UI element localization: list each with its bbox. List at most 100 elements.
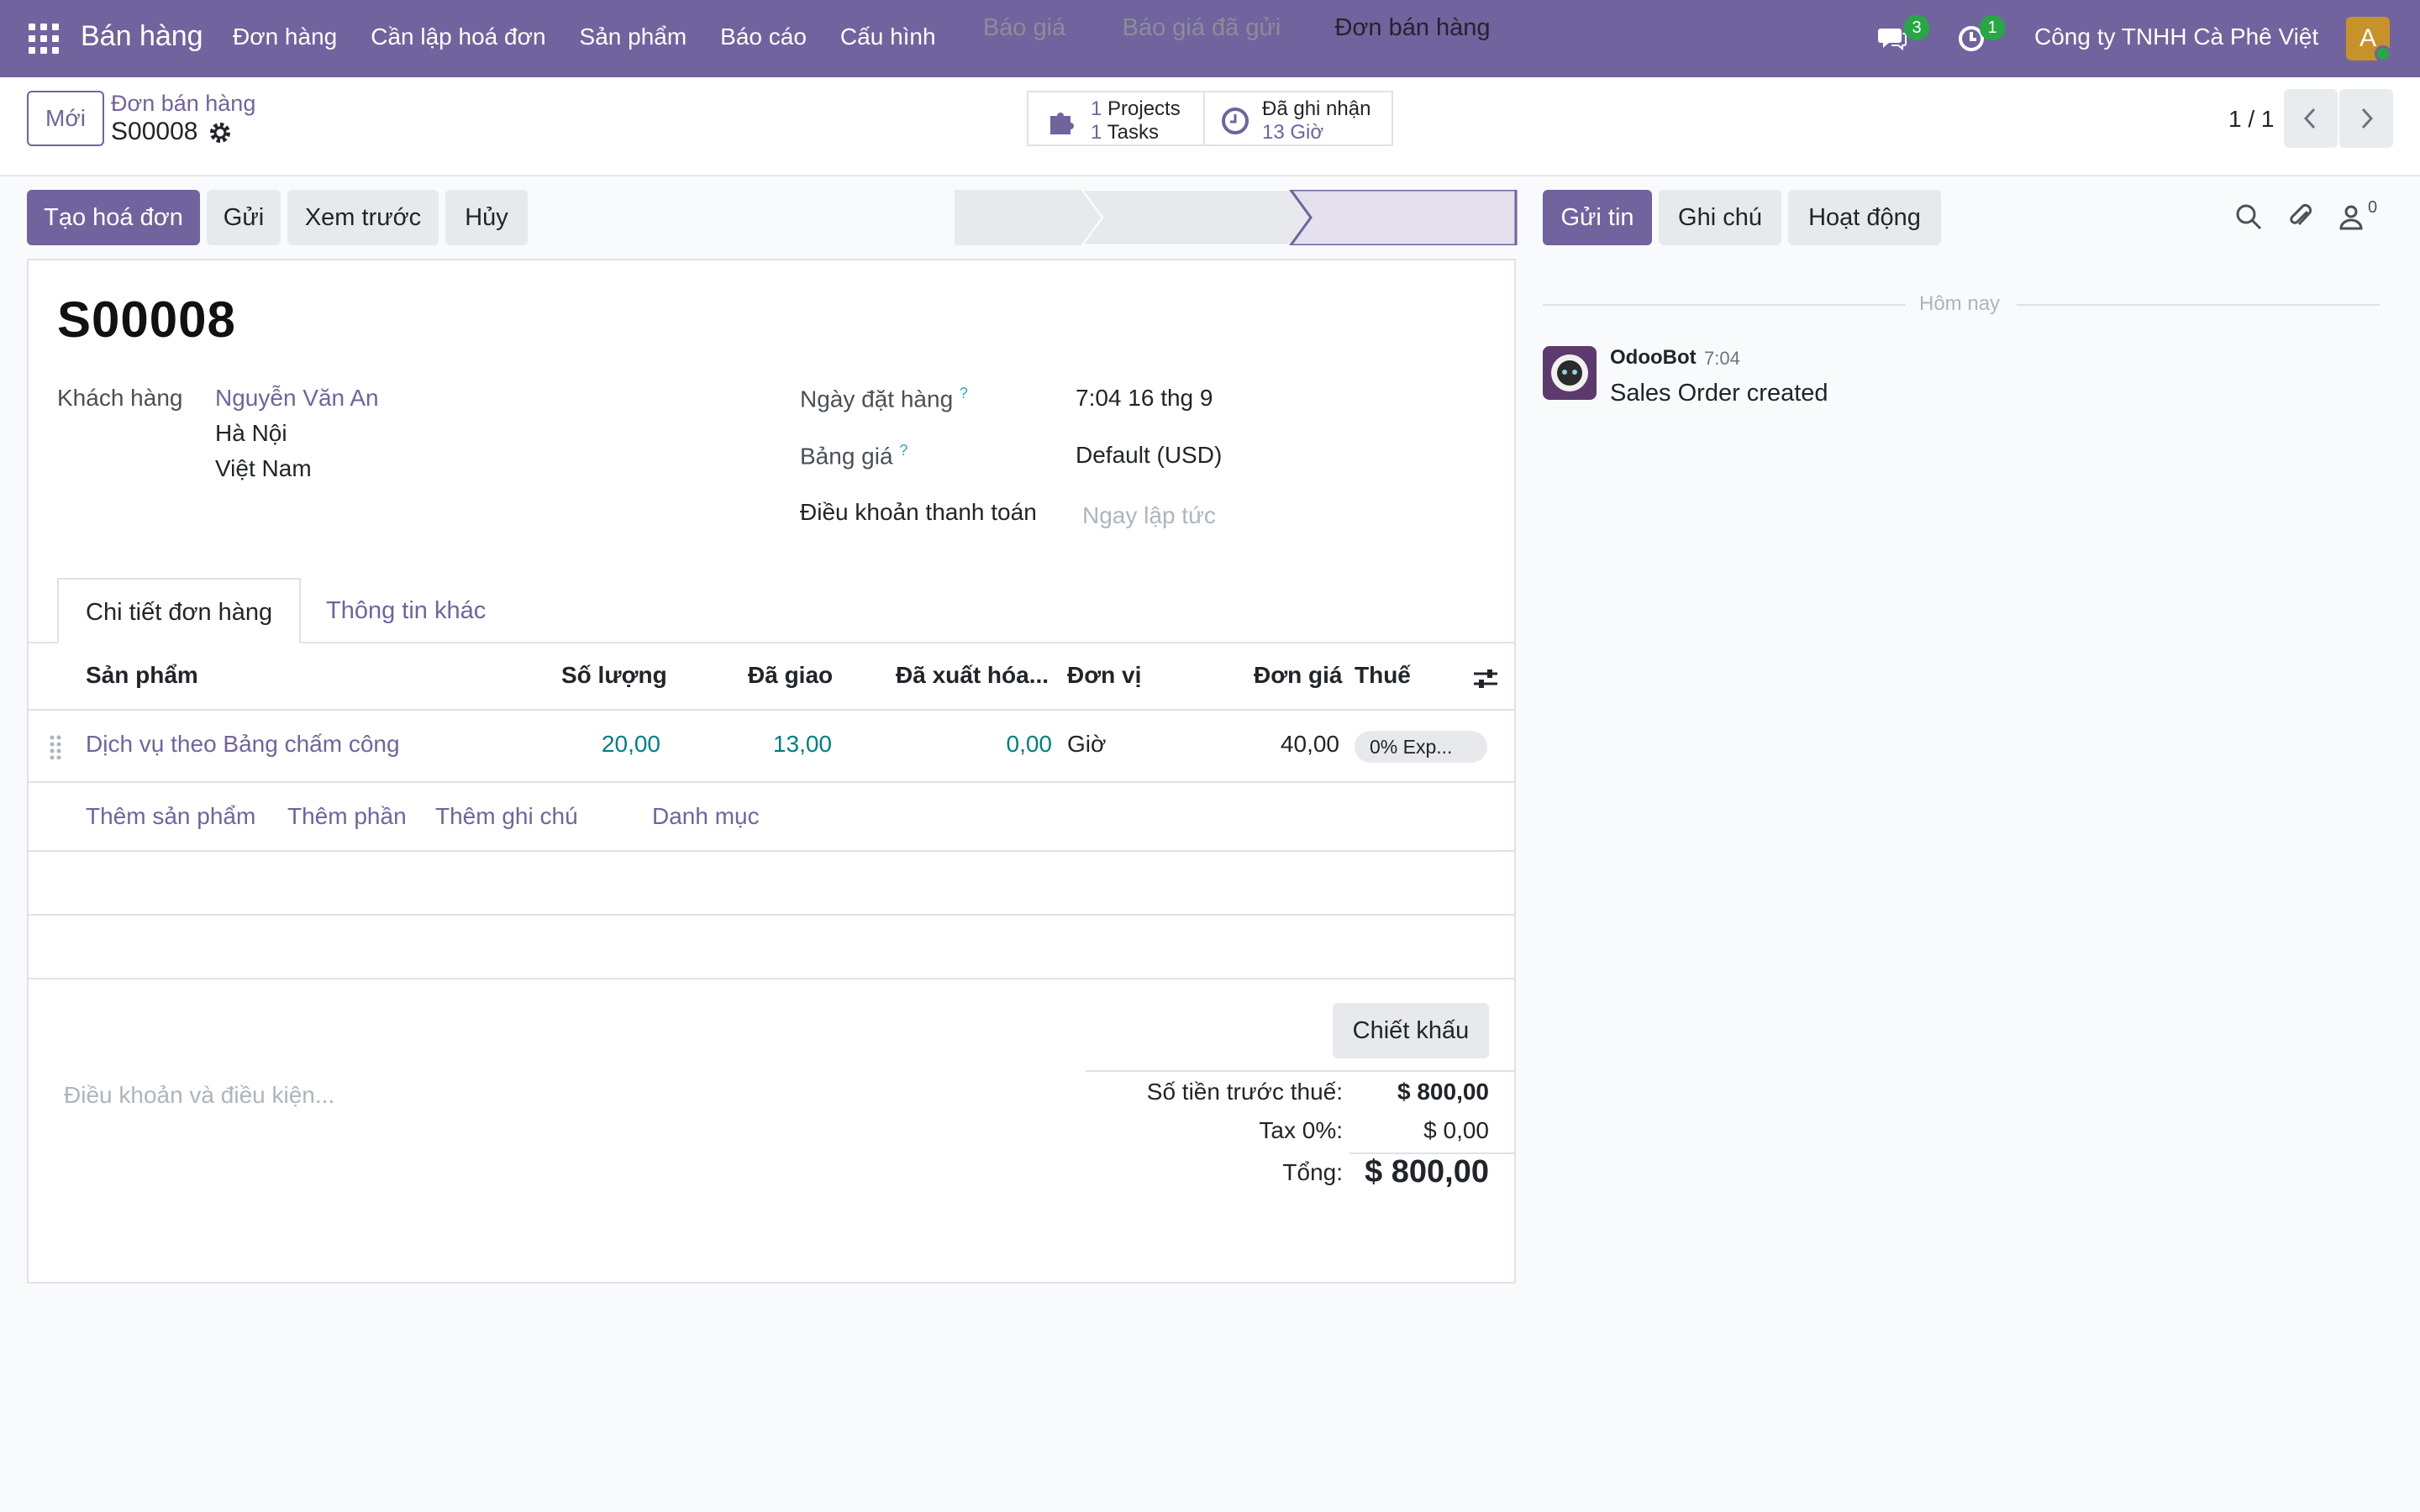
activities-button[interactable]: Hoạt động	[1788, 190, 1941, 245]
breadcrumb-parent[interactable]: Đơn bán hàng	[111, 91, 255, 117]
column-delivered[interactable]: Đã giao	[748, 662, 833, 689]
order-date-help-icon[interactable]: ?	[960, 385, 968, 402]
menu-item-to-invoice[interactable]: Cần lập hoá đơn	[371, 24, 545, 50]
order-date-label: Ngày đặt hàng	[800, 386, 954, 412]
line-unit-price[interactable]: 40,00	[29, 731, 1339, 758]
control-panel: Mới Đơn bán hàng S00008 1 Projects 1 Tas…	[0, 77, 2420, 176]
terms-conditions-field[interactable]: Điều khoản và điều kiện...	[64, 1082, 334, 1109]
projects-count: 1	[1091, 97, 1102, 120]
pager-next-button[interactable]	[2339, 89, 2393, 148]
log-note-button[interactable]: Ghi chú	[1659, 190, 1781, 245]
tab-order-lines[interactable]: Chi tiết đơn hàng	[57, 578, 302, 643]
puzzle-icon	[1050, 113, 1074, 134]
search-icon[interactable]	[2233, 202, 2264, 232]
chevron-left-icon	[2303, 108, 2316, 129]
column-unit-price[interactable]: Đơn giá	[1254, 662, 1342, 689]
catalog-link[interactable]: Danh mục	[652, 803, 760, 830]
customer-country: Việt Nam	[215, 455, 312, 481]
stage-sales-order[interactable]: Đơn bán hàng	[1307, 0, 1518, 55]
followers-count: 0	[2368, 198, 2378, 217]
add-note-link[interactable]: Thêm ghi chú	[435, 803, 578, 830]
customer-label: Khách hàng	[57, 385, 183, 411]
stage-quotation-shape[interactable]	[955, 190, 1102, 245]
activities-count-badge: 1	[1980, 15, 2005, 40]
create-invoice-button[interactable]: Tạo hoá đơn	[27, 190, 200, 245]
payment-terms-field[interactable]: Ngay lập tức	[1082, 502, 1216, 529]
robot-icon	[1551, 354, 1588, 391]
smart-button-projects[interactable]: 1 Projects 1 Tasks	[1027, 91, 1205, 146]
tab-other-info[interactable]: Thông tin khác	[299, 578, 513, 643]
tasks-label: Tasks	[1107, 121, 1159, 144]
recorded-value: 13 Giờ	[1262, 121, 1324, 144]
odoobot-avatar	[1543, 346, 1597, 400]
send-message-button[interactable]: Gửi tin	[1543, 190, 1652, 245]
pricelist-field[interactable]: Default (USD)	[1076, 442, 1222, 469]
add-section-link[interactable]: Thêm phần	[287, 803, 407, 830]
message-body: Sales Order created	[1610, 380, 1828, 407]
stage-quotation[interactable]: Báo giá	[955, 0, 1094, 55]
company-switcher[interactable]: Công ty TNHH Cà Phê Việt	[2034, 24, 2318, 50]
table-row[interactable]: Dịch vụ theo Bảng chấm công 20,00 13,00 …	[29, 712, 1514, 783]
menu-item-orders[interactable]: Đơn hàng	[233, 24, 337, 50]
column-invoiced[interactable]: Đã xuất hóa...	[896, 662, 1049, 689]
column-uom[interactable]: Đơn vị	[1067, 662, 1141, 689]
new-button[interactable]: Mới	[27, 91, 104, 146]
cancel-button[interactable]: Hủy	[445, 190, 528, 245]
messages-icon[interactable]	[1877, 24, 1907, 54]
customer-city: Hà Nội	[215, 420, 287, 446]
app-name[interactable]: Bán hàng	[81, 20, 203, 53]
stage-sales-order-shape[interactable]	[1289, 190, 1518, 245]
stage-quotation-sent[interactable]: Báo giá đã gửi	[1092, 0, 1311, 55]
total-label: Tổng:	[1282, 1159, 1343, 1185]
messages-count-badge: 3	[1904, 15, 1929, 40]
preview-button[interactable]: Xem trước	[287, 190, 439, 245]
discount-button[interactable]: Chiết khấu	[1333, 1003, 1489, 1058]
recorded-label: Đã ghi nhận	[1262, 97, 1371, 120]
message-time: 7:04	[1704, 348, 1740, 369]
apps-grid-icon[interactable]	[29, 24, 59, 54]
form-sheet: S00008 Khách hàng Nguyễn Văn An Hà Nội V…	[27, 259, 1516, 1284]
totals-divider	[1086, 1070, 1514, 1072]
tax-value: $ 0,00	[1423, 1117, 1489, 1143]
send-button[interactable]: Gửi	[207, 190, 281, 245]
total-value: $ 800,00	[1365, 1154, 1489, 1189]
gear-icon[interactable]	[208, 121, 232, 144]
untaxed-amount-value: $ 800,00	[1397, 1079, 1489, 1105]
breadcrumb-current: S00008	[111, 118, 198, 145]
order-name-title: S00008	[57, 291, 236, 348]
date-separator-line	[2017, 304, 2380, 306]
paperclip-icon[interactable]	[2286, 202, 2316, 232]
clock-icon	[1222, 108, 1249, 134]
chevron-right-icon	[2361, 108, 2374, 129]
column-product[interactable]: Sản phẩm	[86, 662, 198, 689]
optional-columns-icon[interactable]	[1472, 667, 1499, 690]
message-author[interactable]: OdooBot	[1610, 346, 1697, 370]
main-menu: Đơn hàng Cần lập hoá đơn Sản phẩm Báo cá…	[233, 24, 936, 50]
date-separator-line	[1543, 304, 1906, 306]
menu-item-products[interactable]: Sản phẩm	[580, 24, 687, 50]
menu-item-reporting[interactable]: Báo cáo	[720, 24, 807, 50]
status-bar	[955, 190, 1518, 245]
line-tax-tag[interactable]: 0% Exp...	[1355, 731, 1487, 763]
add-product-link[interactable]: Thêm sản phẩm	[86, 803, 255, 830]
tasks-count: 1	[1091, 121, 1102, 144]
pager-value[interactable]: 1 / 1	[2228, 106, 2274, 133]
column-quantity[interactable]: Số lượng	[561, 662, 667, 689]
date-separator: Hôm nay	[1919, 292, 2001, 315]
pricelist-label: Bảng giá	[800, 443, 893, 470]
customer-name-link[interactable]: Nguyễn Văn An	[215, 385, 379, 412]
untaxed-amount-label: Số tiền trước thuế:	[1146, 1079, 1343, 1105]
pager-previous-button[interactable]	[2284, 89, 2338, 148]
order-date-field[interactable]: 7:04 16 thg 9	[1076, 385, 1213, 412]
pricelist-help-icon[interactable]: ?	[899, 442, 908, 459]
stage-quotation-sent-shape[interactable]	[1081, 190, 1313, 245]
column-taxes[interactable]: Thuế	[1355, 662, 1411, 689]
smart-button-recorded-hours[interactable]: Đã ghi nhận 13 Giờ	[1203, 91, 1393, 146]
order-lines-header: Sản phẩm Số lượng Đã giao Đã xuất hóa...…	[29, 643, 1514, 711]
online-status-dot	[2375, 45, 2391, 62]
empty-row	[29, 852, 1514, 916]
payment-terms-label: Điều khoản thanh toán	[800, 499, 1037, 525]
followers-icon[interactable]	[2336, 202, 2366, 232]
menu-item-configuration[interactable]: Cấu hình	[840, 24, 936, 50]
projects-label: Projects	[1107, 97, 1181, 120]
